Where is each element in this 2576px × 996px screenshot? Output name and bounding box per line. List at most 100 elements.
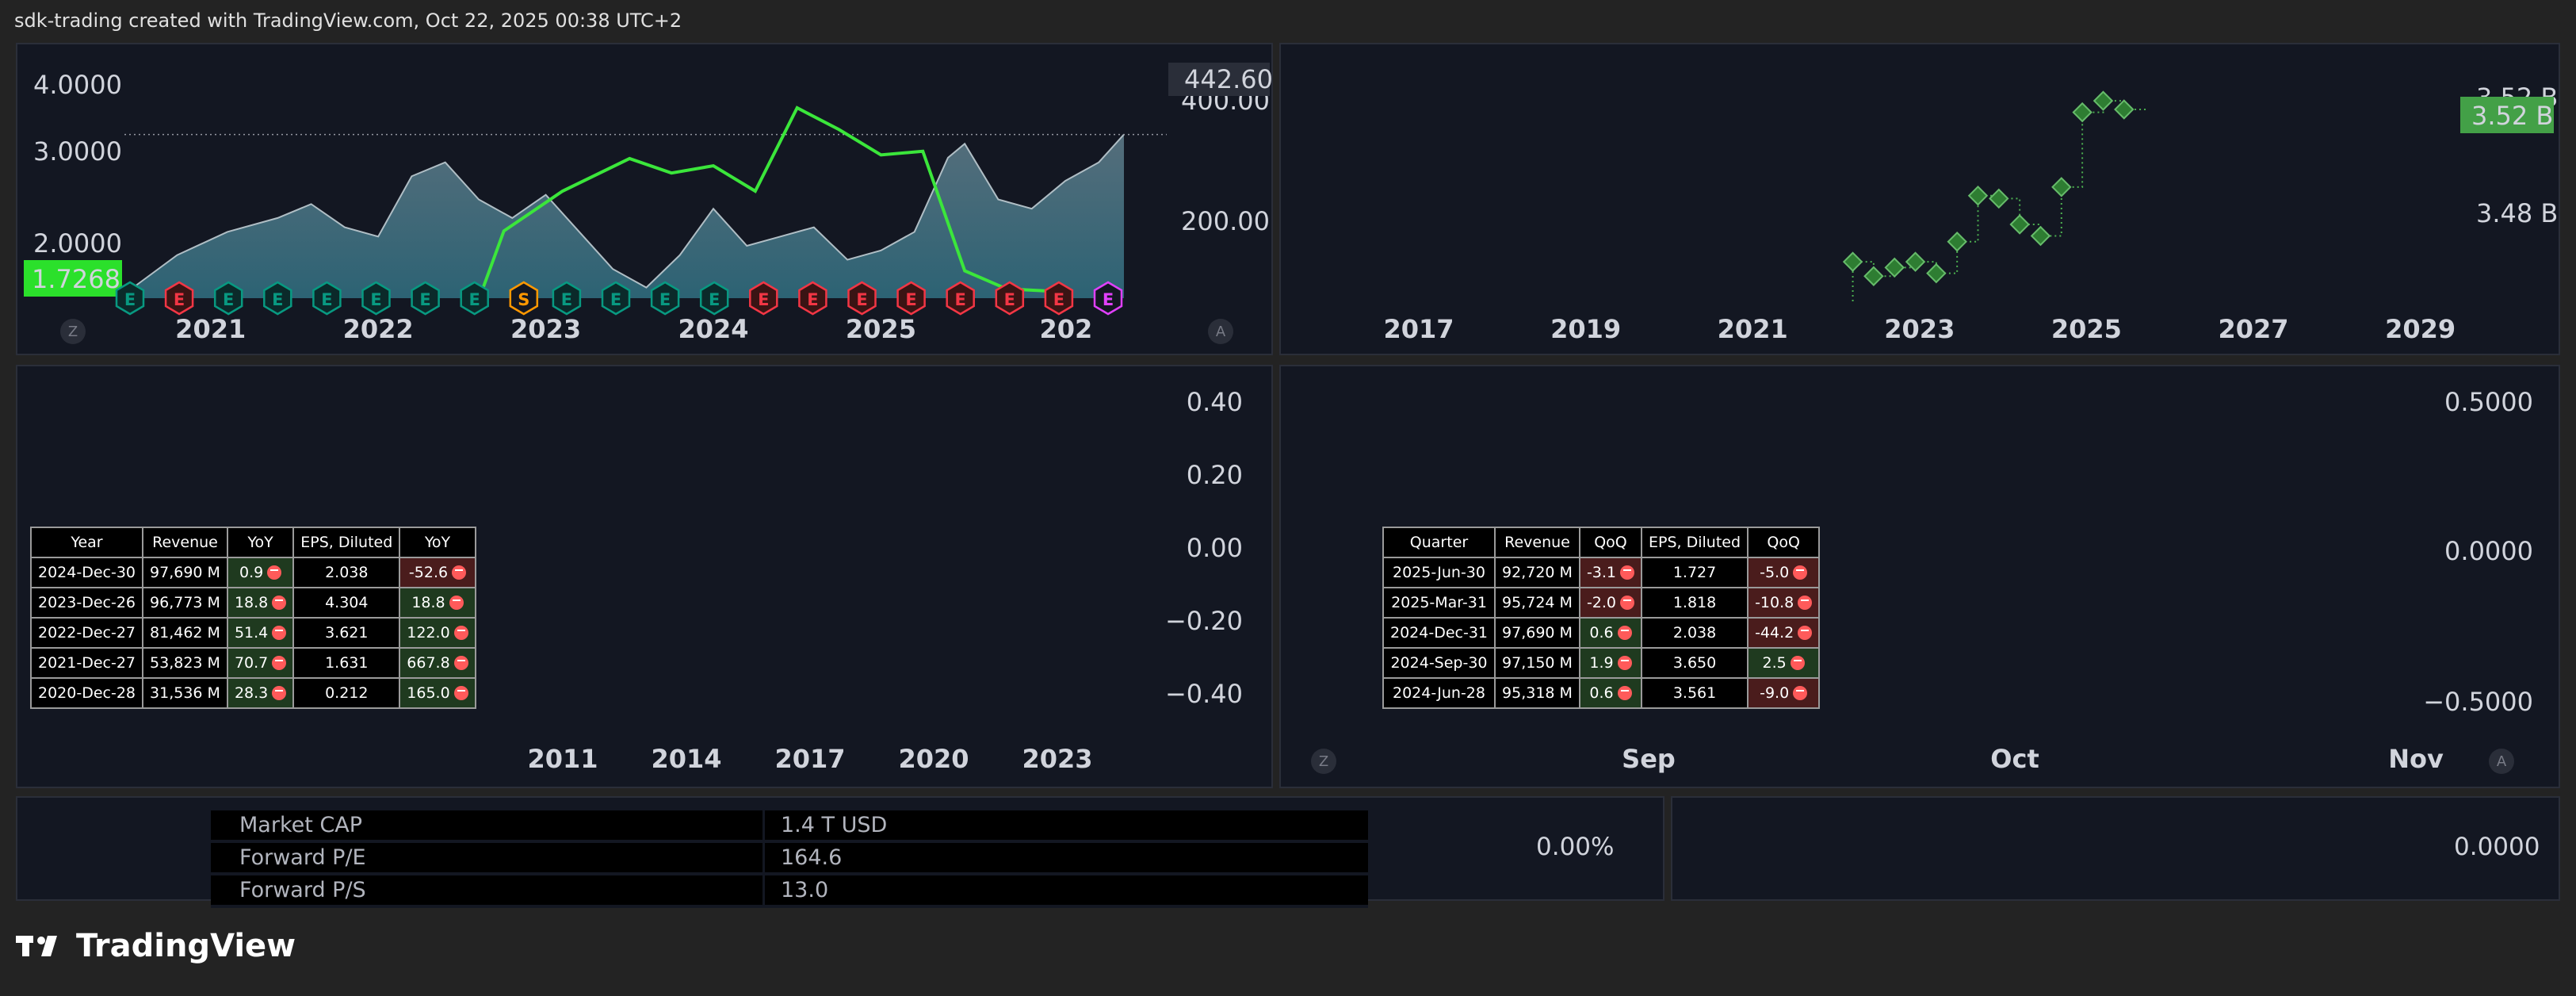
earnings-marker-label: E [321, 290, 332, 309]
shares-point [1884, 257, 1905, 278]
shares-point [2051, 177, 2072, 197]
shares-point [1989, 188, 2009, 209]
stats-value: 13.0 [762, 874, 1368, 908]
table-cell-value: 1.727 [1672, 564, 1717, 581]
table-cell: 1.727 [1641, 557, 1749, 588]
table-cell: 1.631 [292, 647, 401, 679]
table-row: 2024-Sep-30 97,150 M 1.9 3.650 2.5 [1382, 647, 1821, 679]
tradingview-logo-text: TradingView [76, 928, 296, 964]
sentiment-icon [272, 686, 287, 700]
table-cell-value: 70.7 [234, 654, 269, 672]
table-cell: 3.621 [292, 617, 401, 649]
table-cell: 122.0 [399, 617, 476, 649]
table-cell-value: 51.4 [234, 624, 269, 642]
right-axis-tick: −0.20 [1165, 606, 1243, 636]
table-cell-value: 2021-Dec-27 [38, 654, 136, 672]
table-cell-value: 18.8 [411, 594, 445, 611]
shares-chart-panel[interactable]: 3.52 B3.48 B3.52 B2017201920212023202520… [1279, 43, 2560, 355]
auto-scale-button[interactable]: A [2497, 753, 2507, 770]
table-cell-value: -52.6 [408, 564, 449, 581]
table-cell: 0.6 [1578, 677, 1643, 709]
left-value-label: 1.7268 [32, 264, 120, 294]
table-cell-value: 165.0 [407, 684, 450, 702]
table-cell: 70.7 [226, 647, 295, 679]
x-axis-tick: 2020 [898, 744, 969, 774]
table-cell: 95,724 M [1494, 587, 1580, 619]
table-cell-value: 2.038 [325, 564, 369, 581]
earnings-marker-label: E [419, 290, 430, 309]
earnings-marker-label: S [518, 290, 529, 309]
table-cell-value: 0.9 [239, 564, 264, 581]
table-cell: 2022-Dec-27 [29, 617, 144, 649]
annual-chart-panel[interactable]: 0.40 0.20 0.00 −0.20 −0.40 2011 2014 2017 2020 20… [16, 365, 1273, 788]
table-cell: -52.6 [399, 557, 476, 588]
table-cell: 1.9 [1578, 647, 1643, 679]
x-axis-tick: 2023 [1022, 744, 1092, 774]
table-cell: 31,536 M [142, 677, 228, 709]
tradingview-logo-icon [16, 936, 57, 956]
shares-point [1926, 262, 1947, 284]
table-cell-value: 2020-Dec-28 [38, 684, 136, 702]
table-cell: 2024-Sep-30 [1382, 647, 1496, 679]
earnings-marker-label: E [955, 290, 966, 309]
x-axis-tick: Oct [1990, 744, 2039, 774]
earnings-marker-label: E [561, 290, 572, 309]
table-cell: 0.212 [292, 677, 401, 709]
earnings-marker-label: E [469, 290, 480, 309]
table-header: Revenue [142, 527, 228, 558]
stats-label: Forward P/S [211, 874, 764, 908]
shares-chart[interactable]: 3.52 B3.48 B3.52 B2017201920212023202520… [1281, 44, 2559, 354]
table-cell: 96,773 M [142, 587, 228, 619]
left-axis-tick: 3.0000 [33, 136, 122, 167]
earnings-marker-label: E [905, 290, 916, 309]
earnings-marker-label: E [223, 290, 234, 309]
table-cell: 81,462 M [142, 617, 228, 649]
table-cell: 28.3 [226, 677, 295, 709]
table-header: QoQ [1578, 527, 1643, 558]
stats-right-panel[interactable] [1671, 796, 2560, 901]
x-axis-tick: 2025 [846, 314, 916, 344]
table-cell-value: -10.8 [1755, 594, 1794, 611]
table-cell-value: 3.621 [325, 624, 369, 642]
shares-point [2030, 225, 2051, 247]
x-axis-tick: Sep [1622, 744, 1676, 774]
table-row: 2022-Dec-27 81,462 M 51.4 3.621 122.0 [29, 617, 476, 649]
left-axis-tick: 2.0000 [33, 228, 122, 259]
sentiment-icon [453, 656, 468, 670]
right-axis-tick: 0.0000 [2444, 536, 2533, 566]
right-axis-tick: 3.48 B [2476, 198, 2558, 228]
x-axis-tick: 2023 [510, 314, 581, 344]
price-chart[interactable]: 4.00003.00002.0000400.00200.00442.601.72… [17, 44, 1271, 354]
left-axis-tick: 4.0000 [33, 70, 122, 100]
right-axis-tick: 0.00 [1187, 533, 1243, 563]
shares-point [2072, 102, 2093, 123]
sentiment-icon [1798, 596, 1813, 610]
table-cell: 2024-Jun-28 [1382, 677, 1496, 709]
table-cell-value: 2025-Mar-31 [1391, 594, 1487, 611]
zoom-button[interactable]: Z [68, 324, 78, 340]
sentiment-icon [452, 565, 467, 580]
tradingview-logo[interactable]: TradingView [16, 928, 296, 964]
table-cell: 2025-Mar-31 [1382, 587, 1496, 619]
shares-point [1863, 266, 1884, 286]
table-row: 2024-Dec-31 97,690 M 0.6 2.038 -44.2 [1382, 617, 1821, 649]
auto-scale-button[interactable]: A [1216, 324, 1226, 340]
stats-row: Forward P/S 13.0 [211, 874, 1368, 908]
sentiment-icon [1793, 565, 1808, 580]
table-cell: 53,823 M [142, 647, 228, 679]
earnings-marker-label: E [758, 290, 769, 309]
sentiment-icon [1793, 686, 1808, 700]
table-cell: 2023-Dec-26 [29, 587, 144, 619]
stats-row: Forward P/E 164.6 [211, 841, 1368, 875]
sentiment-icon [1620, 565, 1635, 580]
right-axis-tick: 0.40 [1187, 387, 1243, 417]
table-cell: -2.0 [1578, 587, 1643, 619]
quarterly-chart-panel[interactable]: 0.5000 0.0000 −0.5000 Sep Oct Nov Z A Quarter Re… [1279, 365, 2560, 788]
zoom-button[interactable]: Z [1319, 753, 1328, 770]
table-row: 2021-Dec-27 53,823 M 70.7 1.631 667.8 [29, 647, 476, 679]
table-cell-value: 2024-Dec-30 [38, 564, 136, 581]
table-header: EPS, Diluted [292, 527, 401, 558]
price-chart-panel[interactable]: 4.0000 3.0000 2.0000 400.00 200.00 442.60 1.72… [16, 43, 1273, 355]
table-cell-value: -3.1 [1586, 564, 1617, 581]
percent-label: 0.00% [1536, 833, 1615, 861]
